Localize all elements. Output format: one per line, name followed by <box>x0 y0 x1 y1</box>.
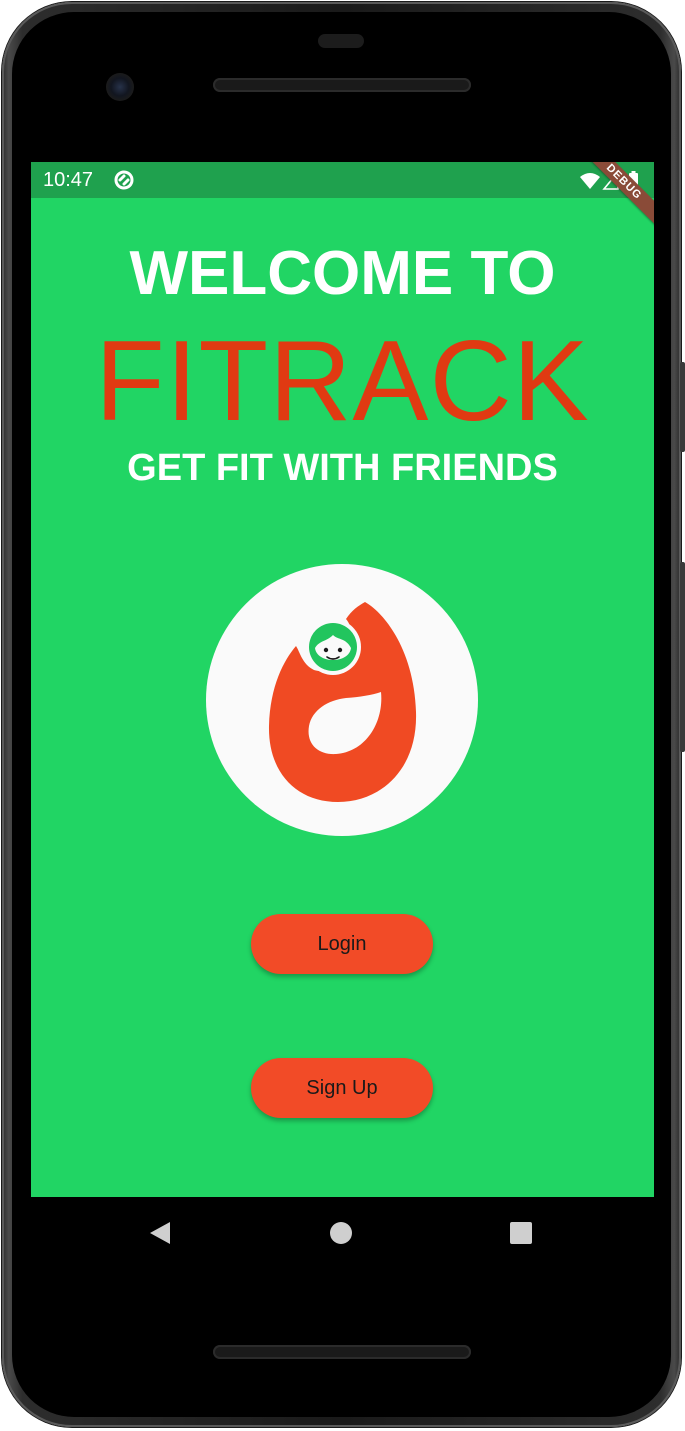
status-time: 10:47 <box>43 169 94 191</box>
face-eye-right <box>337 647 343 653</box>
earpiece-slot <box>318 34 364 48</box>
app-logo <box>206 564 478 836</box>
android-nav-bar <box>31 1197 654 1269</box>
face-eye-left <box>323 647 329 653</box>
app-screen: 10:47 DEBUG WELCOME TO FITRACK GET FIT W… <box>31 162 654 1197</box>
login-button[interactable]: Login <box>251 914 433 974</box>
home-icon[interactable] <box>330 1222 352 1244</box>
power-button <box>680 362 685 452</box>
top-speaker-grill <box>213 78 471 92</box>
wifi-icon <box>580 173 600 189</box>
brand-title: FITRACK <box>95 318 590 445</box>
back-icon[interactable] <box>150 1222 170 1244</box>
front-camera <box>106 73 134 101</box>
recents-icon[interactable] <box>510 1222 532 1244</box>
bottom-speaker-grill <box>213 1345 471 1359</box>
welcome-heading: WELCOME TO <box>129 239 556 308</box>
tagline: GET FIT WITH FRIENDS <box>127 447 558 489</box>
status-bar: 10:47 DEBUG <box>31 162 654 231</box>
volume-button <box>680 562 685 752</box>
flame-logo-icon <box>268 602 417 802</box>
app-notification-icon <box>114 170 134 190</box>
signup-button[interactable]: Sign Up <box>251 1058 433 1118</box>
